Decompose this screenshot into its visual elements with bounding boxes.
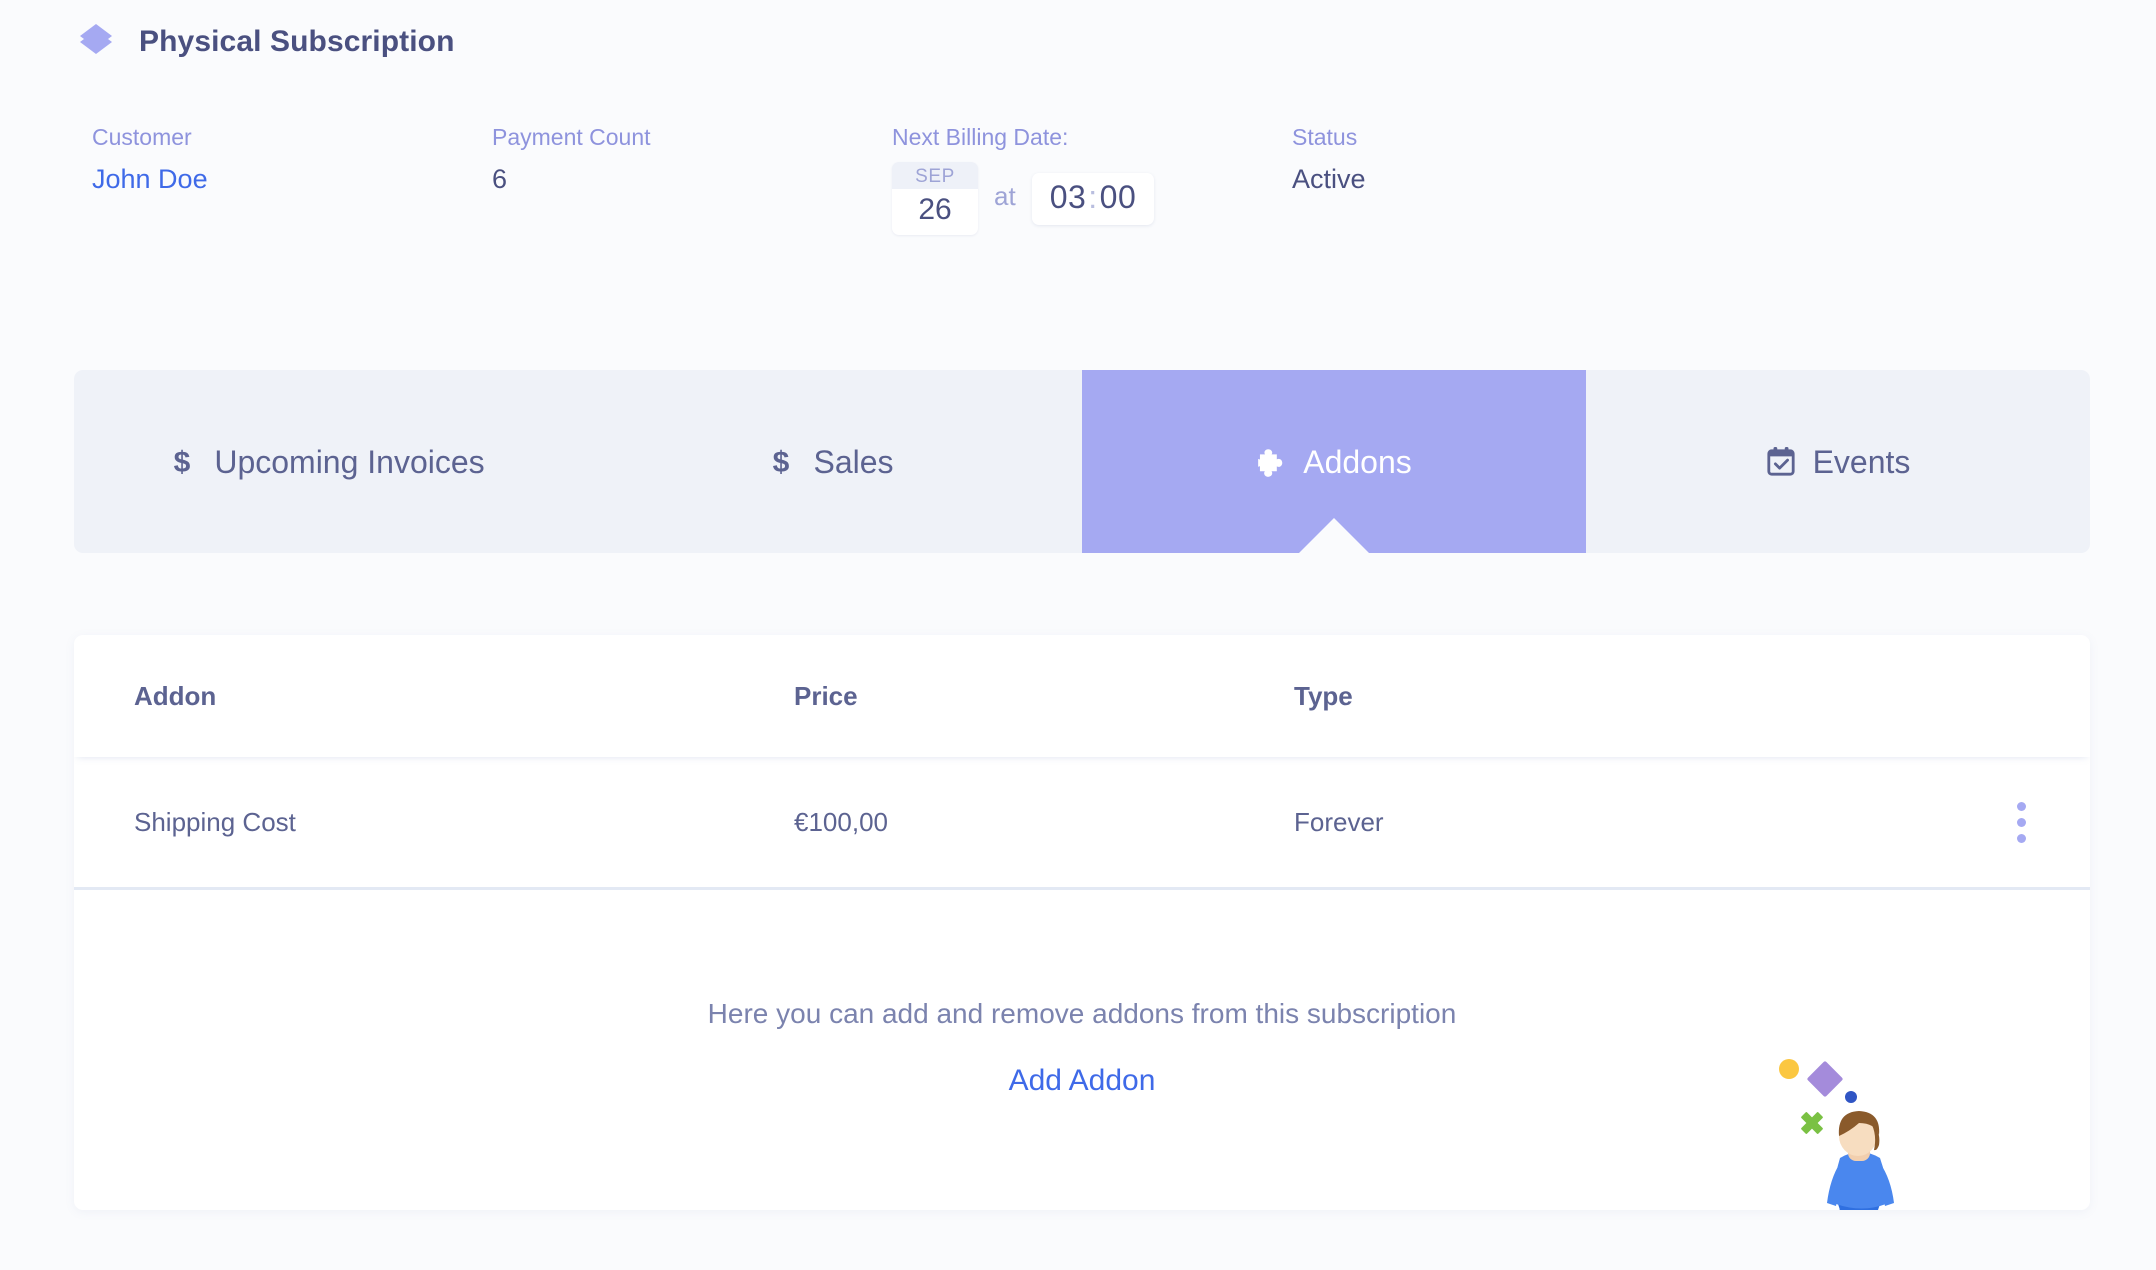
page-header: Physical Subscription [0,0,2156,70]
tab-bar: $ Upcoming Invoices $ Sales Addons Event… [74,370,2090,553]
summary-field-customer: Customer John Doe [92,122,492,197]
table-header-row: Addon Price Type [74,635,2090,757]
time-input[interactable]: 03:00 [1031,172,1155,225]
table-row: Shipping Cost €100,00 Forever [74,757,2090,890]
person-with-floating-shapes-illustration [1779,1059,1894,1210]
cell-addon-price: €100,00 [794,806,888,837]
time-minute: 00 [1099,178,1137,215]
time-colon: : [1088,178,1098,215]
empty-state-message: Here you can add and remove addons from … [707,998,1457,1029]
column-header-addon: Addon [134,680,217,711]
tab-label: Sales [813,443,894,480]
status-value: Active [1292,164,1366,195]
summary-field-status: Status Active [1292,122,1692,197]
column-header-price: Price [794,680,858,711]
cell-addon-name: Shipping Cost [134,806,296,837]
kebab-dot [2017,817,2026,827]
purple-diamond-shape [1807,1061,1843,1097]
status-label: Status [1292,124,1358,150]
active-tab-notch [1298,518,1370,553]
summary-strip: Customer John Doe Payment Count 6 Next B… [0,70,2156,250]
tab-sales[interactable]: $ Sales [578,370,1082,553]
column-header-type: Type [1294,680,1353,711]
dollar-icon: $ [773,446,790,479]
empty-state-panel: Here you can add and remove addons from … [74,890,2090,1210]
person-figure [1827,1111,1894,1210]
time-hour: 03 [1049,178,1087,215]
customer-label: Customer [92,124,192,150]
dollar-icon: $ [174,446,191,479]
date-picker-chip[interactable]: SEP 26 [892,162,978,236]
addons-card: Addon Price Type Shipping Cost €100,00 F… [74,635,2090,1210]
svg-text:$: $ [174,446,191,479]
subscription-detail-page: Physical Subscription Customer John Doe … [0,0,2156,1270]
tab-label: Events [1812,443,1911,480]
puzzle-piece-icon [1258,448,1283,477]
page-title: Physical Subscription [139,25,455,58]
tab-upcoming-invoices[interactable]: $ Upcoming Invoices [74,370,578,553]
tab-label: Upcoming Invoices [214,443,485,480]
customer-value[interactable]: John Doe [92,162,492,197]
tab-events[interactable]: Events [1586,370,2090,553]
tab-addons[interactable]: Addons [1082,370,1586,553]
green-cross-shape [1801,1112,1823,1134]
date-month: SEP [915,166,955,188]
yellow-circle-shape [1779,1059,1799,1079]
tab-label: Addons [1303,443,1412,480]
payment-count-label: Payment Count [492,124,651,150]
next-billing-date-label: Next Billing Date: [892,124,1069,150]
date-day: 26 [892,189,978,236]
add-addon-button[interactable]: Add Addon [1009,1066,1156,1096]
summary-field-next-billing-date: Next Billing Date: SEP 26 at 03:00 [892,122,1292,236]
svg-text:$: $ [773,446,790,479]
at-separator-label: at [994,181,1016,212]
kebab-dot [2017,801,2026,811]
cell-addon-type: Forever [1294,806,1384,837]
kebab-menu-icon[interactable] [2003,794,2040,851]
payment-count-value: 6 [492,164,508,195]
kebab-dot [2017,833,2026,843]
blue-dot-shape [1845,1091,1857,1103]
calendar-check-icon [1766,446,1795,476]
layers-icon [80,24,112,54]
summary-field-payment-count: Payment Count 6 [492,122,892,197]
next-billing-date-controls: SEP 26 at 03:00 [892,162,1292,236]
